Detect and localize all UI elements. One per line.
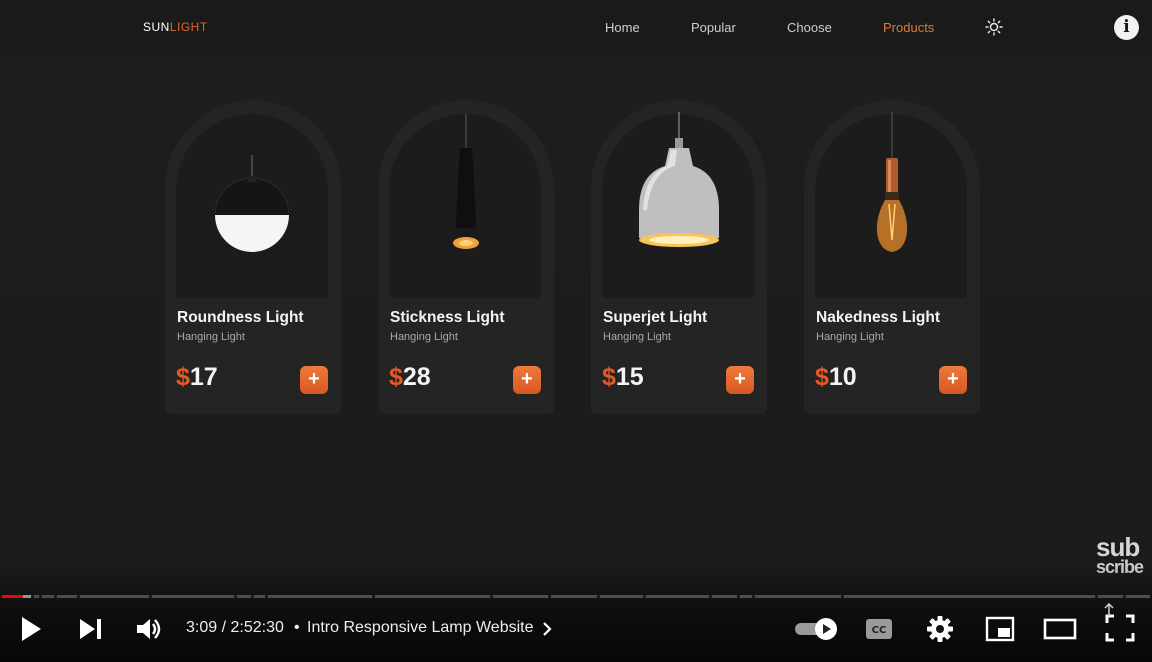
product-title: Nakedness Light <box>816 309 941 326</box>
chapter-marker <box>372 595 375 598</box>
settings-icon[interactable] <box>926 615 954 643</box>
chapter-marker <box>251 595 254 598</box>
product-title: Superjet Light <box>603 309 708 326</box>
add-to-cart-button[interactable]: + <box>513 366 541 394</box>
price-value: 17 <box>189 363 218 391</box>
currency-symbol: $ <box>815 363 829 391</box>
product-card: Roundness Light Hanging Light $17 + <box>165 100 341 414</box>
logo-part-light: LIGHT <box>169 20 208 34</box>
chevron-right-icon[interactable] <box>540 621 554 637</box>
price-value: 10 <box>828 363 857 391</box>
fullscreen-icon[interactable] <box>1104 613 1136 643</box>
autoplay-toggle-icon[interactable] <box>794 615 840 643</box>
product-price: $17 <box>176 363 218 392</box>
play-icon[interactable] <box>18 615 44 643</box>
theater-icon[interactable] <box>1043 617 1077 641</box>
chapter-marker <box>597 595 600 598</box>
next-icon[interactable] <box>78 617 104 641</box>
progress-bar[interactable] <box>2 595 1150 598</box>
add-to-cart-button[interactable]: + <box>939 366 967 394</box>
product-card: Nakedness Light Hanging Light $10 + <box>804 100 980 414</box>
nav-home[interactable]: Home <box>605 20 640 35</box>
chapter-marker <box>149 595 152 598</box>
chapter-marker <box>77 595 80 598</box>
sun-icon[interactable] <box>985 18 1003 36</box>
product-price: $15 <box>602 363 644 392</box>
info-icon[interactable]: i <box>1114 15 1139 40</box>
chapter-marker <box>548 595 551 598</box>
product-card: Stickness Light Hanging Light $28 + <box>378 100 554 414</box>
logo-part-sun: SUN <box>143 20 170 34</box>
price-value: 28 <box>402 363 431 391</box>
product-subtitle: Hanging Light <box>177 331 245 343</box>
miniplayer-icon[interactable] <box>985 616 1015 642</box>
add-to-cart-button[interactable]: + <box>300 366 328 394</box>
product-title: Roundness Light <box>177 309 304 326</box>
volume-icon[interactable] <box>135 615 163 643</box>
chapter-marker <box>752 595 755 598</box>
player-controls-gradient <box>0 560 1152 662</box>
product-subtitle: Hanging Light <box>816 331 884 343</box>
chapter-marker <box>737 595 740 598</box>
chapter-marker <box>643 595 646 598</box>
nav-products[interactable]: Products <box>883 20 934 35</box>
chapter-marker <box>1123 595 1126 598</box>
chapter-marker <box>39 595 42 598</box>
chapter-marker <box>841 595 844 598</box>
chapter-marker <box>54 595 57 598</box>
up-arrow-icon <box>1104 603 1114 616</box>
chapter-marker <box>234 595 237 598</box>
chapter-marker <box>1095 595 1098 598</box>
add-to-cart-button[interactable]: + <box>726 366 754 394</box>
currency-symbol: $ <box>176 363 190 391</box>
chapter-title[interactable]: Intro Responsive Lamp Website <box>307 619 533 637</box>
bell-lamp-image <box>639 112 719 247</box>
subscribe-line-1: sub <box>1096 532 1140 562</box>
product-price: $28 <box>389 363 431 392</box>
site-logo[interactable]: SUNLIGHT <box>143 20 208 34</box>
site-header: SUNLIGHT Home Popular Choose Products <box>0 0 1152 56</box>
product-card: Superjet Light Hanging Light $15 + <box>591 100 767 414</box>
captions-icon[interactable]: CC <box>864 617 894 641</box>
currency-symbol: $ <box>389 363 403 391</box>
product-title: Stickness Light <box>390 309 505 326</box>
stick-lamp-image <box>453 114 479 249</box>
chapter-marker <box>31 595 34 598</box>
chapter-marker <box>490 595 493 598</box>
product-subtitle: Hanging Light <box>390 331 458 343</box>
currency-symbol: $ <box>602 363 616 391</box>
chapter-marker <box>265 595 268 598</box>
time-display: 3:09 / 2:52:30 <box>186 619 284 636</box>
price-value: 15 <box>615 363 644 391</box>
chapter-marker <box>709 595 712 598</box>
edison-bulb-lamp-image <box>876 112 908 252</box>
nav-popular[interactable]: Popular <box>691 20 736 35</box>
progress-played <box>2 595 23 598</box>
product-subtitle: Hanging Light <box>603 331 671 343</box>
title-separator: • <box>294 619 300 636</box>
nav-choose[interactable]: Choose <box>787 20 832 35</box>
globe-lamp-image <box>215 155 289 252</box>
svg-text:CC: CC <box>872 625 887 636</box>
product-price: $10 <box>815 363 857 392</box>
